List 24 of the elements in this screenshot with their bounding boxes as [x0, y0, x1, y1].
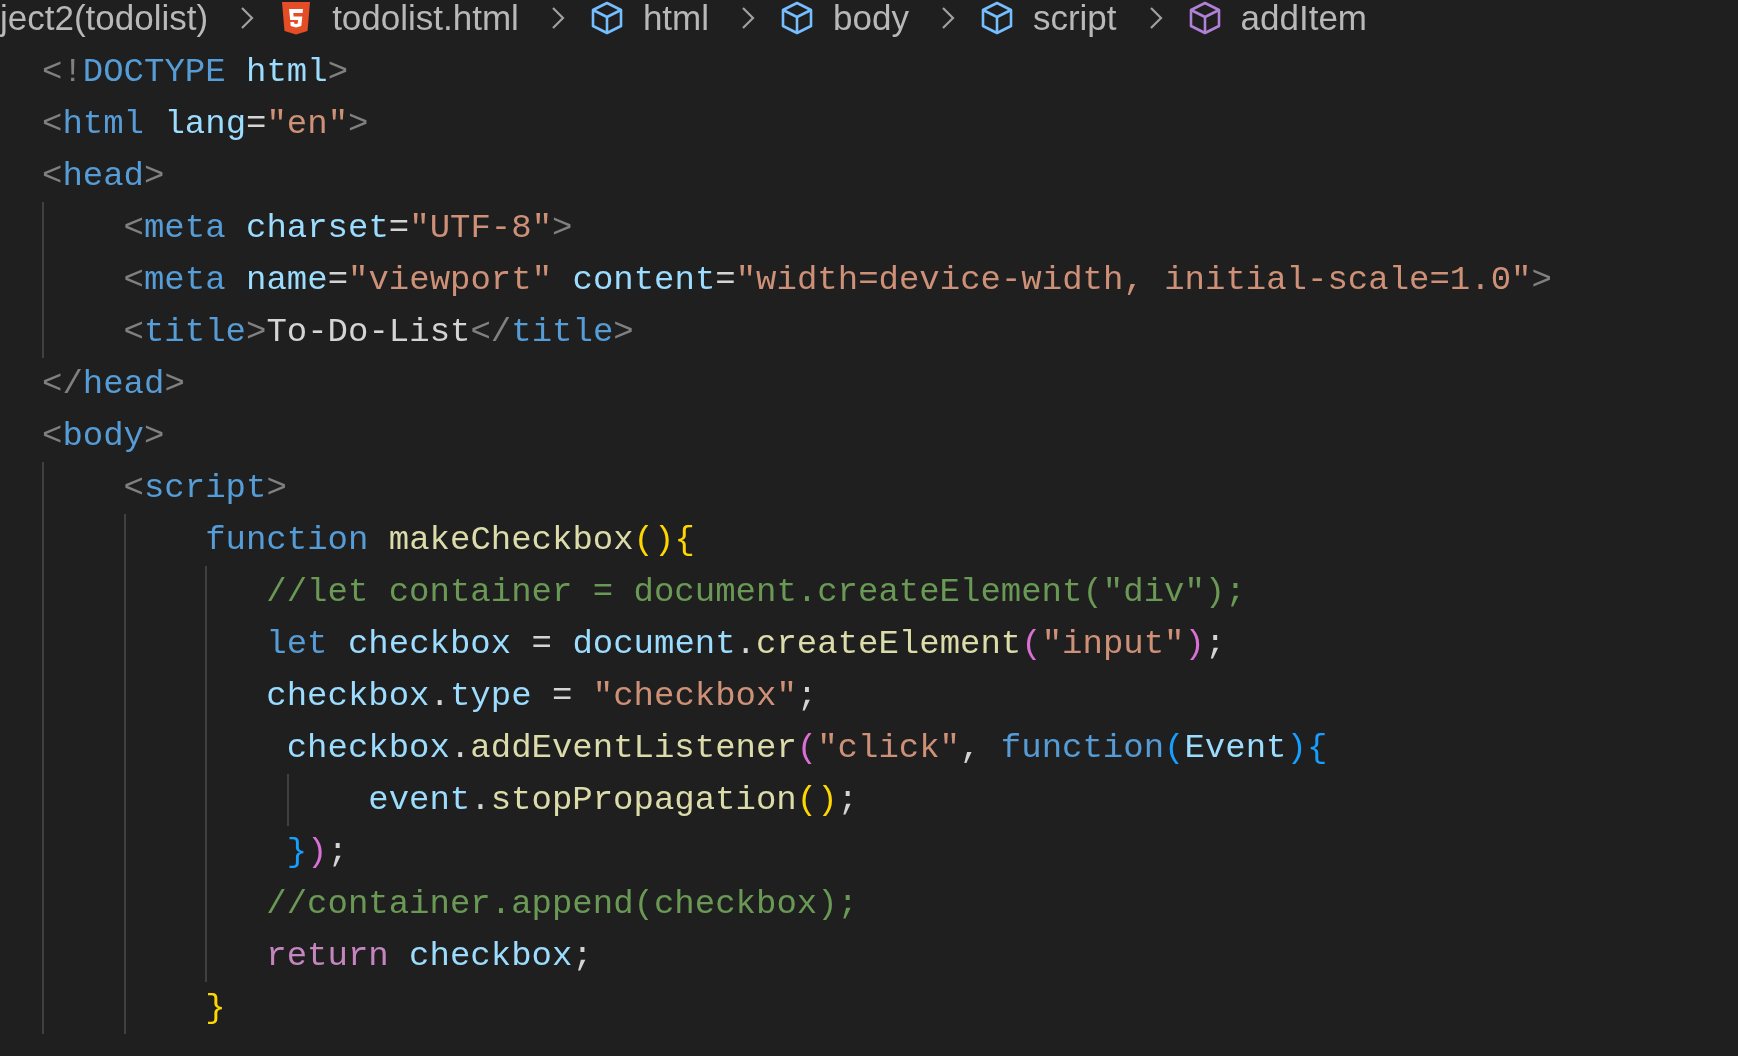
code-line: checkbox.type = "checkbox";	[42, 670, 818, 722]
code-line: <!DOCTYPE html>	[42, 52, 349, 93]
code-line: <script>	[42, 462, 287, 514]
code-line: }	[42, 982, 226, 1034]
code-line: function makeCheckbox(){	[42, 514, 695, 566]
code-line: return checkbox;	[42, 930, 593, 982]
breadcrumb-item[interactable]: html	[642, 0, 709, 38]
code-line: <meta charset="UTF-8">	[42, 202, 573, 254]
breadcrumb-item[interactable]: body	[833, 0, 909, 38]
code-line: //let container = document.createElement("div");	[42, 566, 1246, 618]
breadcrumb-item[interactable]: addItem	[1240, 0, 1367, 38]
code-line: let checkbox = document.createElement("input");	[42, 618, 1226, 670]
code-line: <html lang="en">	[42, 104, 369, 145]
code-line: //container.append(checkbox);	[42, 878, 858, 930]
breadcrumb-item[interactable]: script	[1032, 0, 1117, 38]
code-line: });	[42, 826, 348, 878]
code-line: <head>	[42, 156, 165, 197]
code-line: <body>	[42, 416, 165, 457]
code-line: checkbox.addEventListener("click", function(Event){	[42, 722, 1328, 774]
code-line: <title>To-Do-List</title>	[42, 306, 634, 358]
breadcrumb-item[interactable]: todolist.html	[332, 0, 519, 38]
code-line: event.stopPropagation();	[42, 774, 858, 826]
code-line: <meta name="viewport" content="width=device-width, initial-scale=1.0">	[42, 254, 1552, 306]
code-line: </head>	[42, 364, 185, 405]
